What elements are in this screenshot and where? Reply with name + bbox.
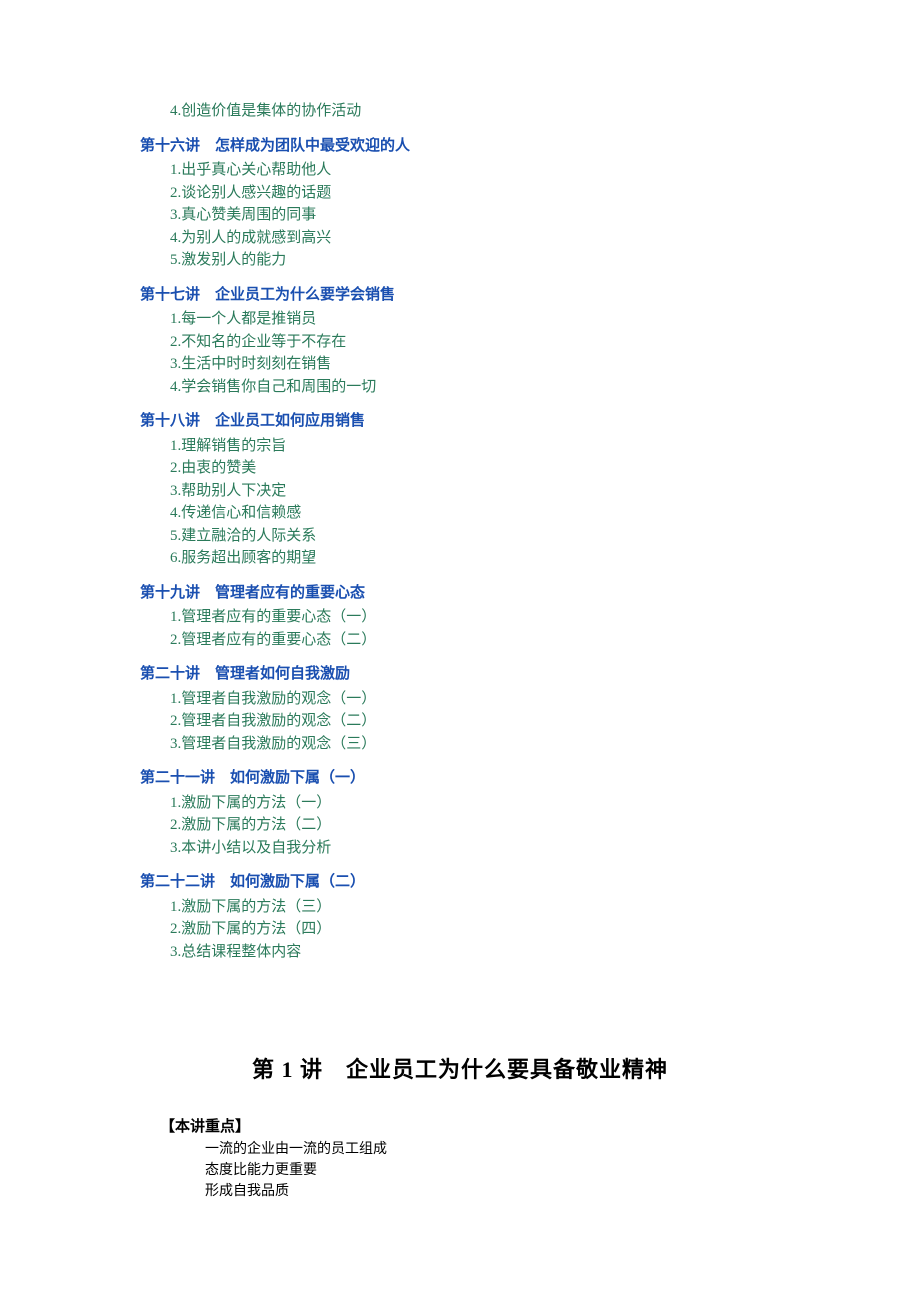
keypoint-item: 形成自我品质 — [205, 1181, 780, 1202]
toc-item: 3.帮助别人下决定 — [170, 480, 780, 503]
toc-item: 5.建立融洽的人际关系 — [170, 525, 780, 548]
toc-item: 2.激励下属的方法（四） — [170, 918, 780, 941]
toc-section-title: 第二十一讲 如何激励下属（一） — [140, 767, 780, 790]
keypoints-label: 【本讲重点】 — [160, 1116, 780, 1139]
toc-item: 3.真心赞美周围的同事 — [170, 204, 780, 227]
toc-item: 4.为别人的成就感到高兴 — [170, 227, 780, 250]
toc-section: 第十九讲 管理者应有的重要心态1.管理者应有的重要心态（一）2.管理者应有的重要… — [140, 582, 780, 652]
toc-item: 1.管理者自我激励的观念（一） — [170, 688, 780, 711]
toc-item: 2.管理者自我激励的观念（二） — [170, 710, 780, 733]
toc-section-title: 第十七讲 企业员工为什么要学会销售 — [140, 284, 780, 307]
toc-item: 2.谈论别人感兴趣的话题 — [170, 182, 780, 205]
toc-item: 1.每一个人都是推销员 — [170, 308, 780, 331]
toc-section-title: 第十九讲 管理者应有的重要心态 — [140, 582, 780, 605]
toc-item: 4.传递信心和信赖感 — [170, 502, 780, 525]
keypoint-item: 一流的企业由一流的员工组成 — [205, 1139, 780, 1160]
toc-section: 第十七讲 企业员工为什么要学会销售1.每一个人都是推销员2.不知名的企业等于不存… — [140, 284, 780, 399]
toc-item: 2.由衷的赞美 — [170, 457, 780, 480]
toc-item: 3.管理者自我激励的观念（三） — [170, 733, 780, 756]
toc-item: 2.不知名的企业等于不存在 — [170, 331, 780, 354]
toc-item: 3.本讲小结以及自我分析 — [170, 837, 780, 860]
toc-section: 第十八讲 企业员工如何应用销售1.理解销售的宗旨2.由衷的赞美3.帮助别人下决定… — [140, 410, 780, 570]
toc-item: 5.激发别人的能力 — [170, 249, 780, 272]
toc-item: 1.激励下属的方法（一） — [170, 792, 780, 815]
toc-section: 第二十一讲 如何激励下属（一）1.激励下属的方法（一）2.激励下属的方法（二）3… — [140, 767, 780, 859]
toc-section: 第二十讲 管理者如何自我激励1.管理者自我激励的观念（一）2.管理者自我激励的观… — [140, 663, 780, 755]
toc-item: 4.学会销售你自己和周围的一切 — [170, 376, 780, 399]
toc-section: 第十六讲 怎样成为团队中最受欢迎的人1.出乎真心关心帮助他人2.谈论别人感兴趣的… — [140, 135, 780, 272]
toc-section-title: 第十八讲 企业员工如何应用销售 — [140, 410, 780, 433]
lecture-heading: 第 1 讲 企业员工为什么要具备敬业精神 — [140, 1053, 780, 1086]
toc-section-title: 第二十讲 管理者如何自我激励 — [140, 663, 780, 686]
toc-item: 2.激励下属的方法（二） — [170, 814, 780, 837]
toc-item: 1.激励下属的方法（三） — [170, 896, 780, 919]
toc-sections: 第十六讲 怎样成为团队中最受欢迎的人1.出乎真心关心帮助他人2.谈论别人感兴趣的… — [140, 135, 780, 964]
keypoint-item: 态度比能力更重要 — [205, 1160, 780, 1181]
toc-section: 第二十二讲 如何激励下属（二）1.激励下属的方法（三）2.激励下属的方法（四）3… — [140, 871, 780, 963]
toc-section-title: 第二十二讲 如何激励下属（二） — [140, 871, 780, 894]
toc-orphan-item: 4.创造价值是集体的协作活动 — [170, 100, 780, 123]
toc-item: 6.服务超出顾客的期望 — [170, 547, 780, 570]
toc-item: 1.出乎真心关心帮助他人 — [170, 159, 780, 182]
keypoints-list: 一流的企业由一流的员工组成态度比能力更重要形成自我品质 — [140, 1139, 780, 1202]
toc-item: 1.管理者应有的重要心态（一） — [170, 606, 780, 629]
toc-section-title: 第十六讲 怎样成为团队中最受欢迎的人 — [140, 135, 780, 158]
toc-item: 1.理解销售的宗旨 — [170, 435, 780, 458]
toc-item: 3.总结课程整体内容 — [170, 941, 780, 964]
toc-item: 2.管理者应有的重要心态（二） — [170, 629, 780, 652]
toc-item: 3.生活中时时刻刻在销售 — [170, 353, 780, 376]
